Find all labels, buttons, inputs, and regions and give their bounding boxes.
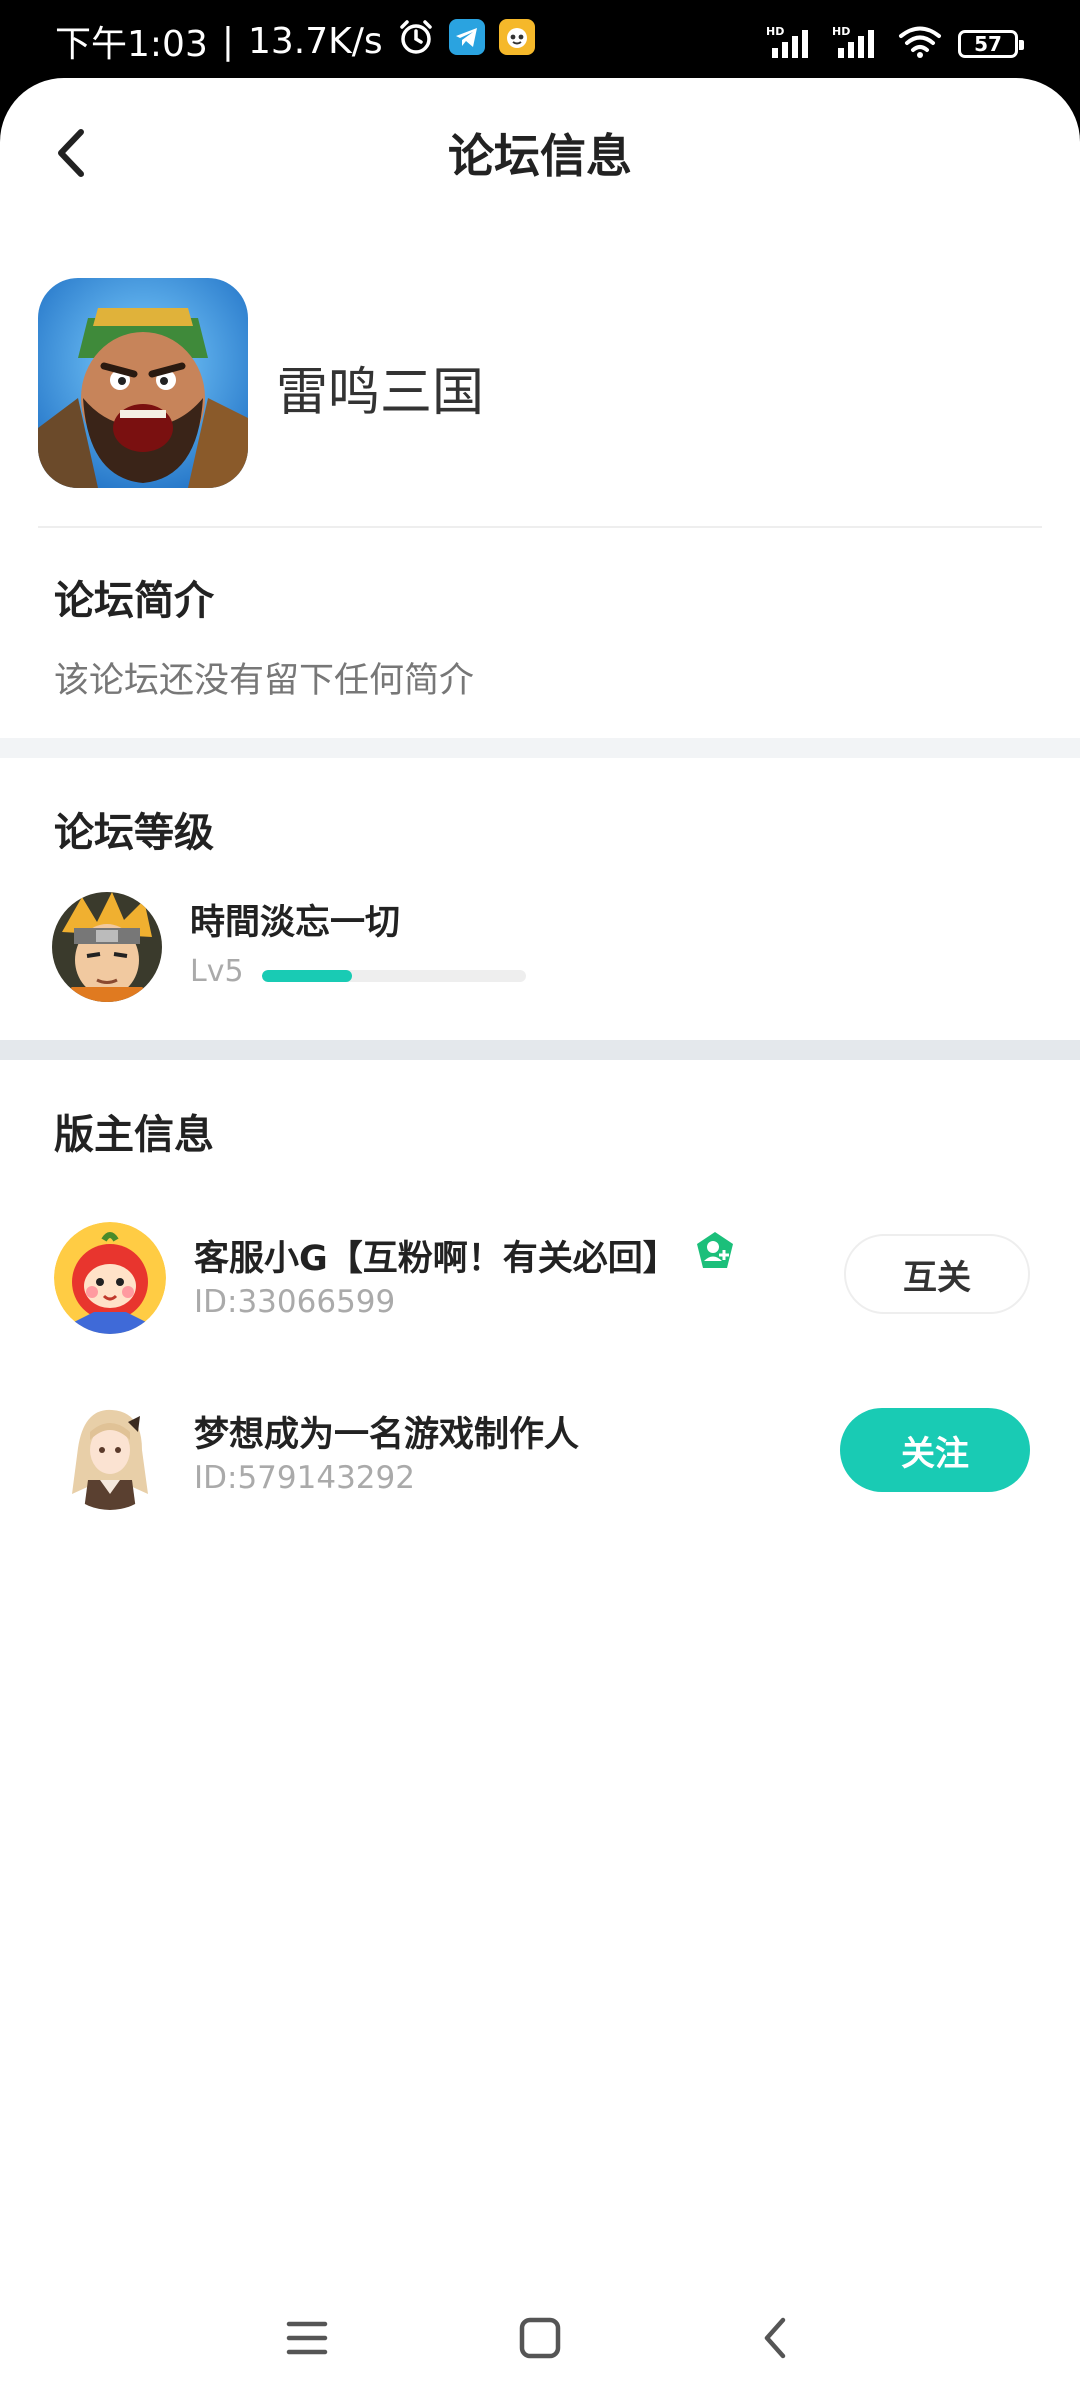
svg-text:HD: HD [832, 25, 850, 38]
moderator-id: ID:579143292 [194, 1460, 415, 1496]
status-left: 下午1:03 | 13.7K/s [55, 18, 535, 65]
moderator-row[interactable]: 梦想成为一名游戏制作人 ID:579143292 关注 [54, 1398, 1030, 1518]
battery-icon: 57 [958, 30, 1024, 58]
system-back-button[interactable] [740, 2308, 810, 2368]
level-section-title: 论坛等级 [54, 810, 214, 856]
telegram-icon [448, 18, 485, 64]
home-icon [519, 2317, 561, 2359]
signal-hd-icon: HD [766, 24, 816, 64]
avatar [54, 1222, 166, 1334]
status-bar: 下午1:03 | 13.7K/s HD HD 57 [0, 0, 1080, 80]
avatar [52, 892, 162, 1002]
intro-text: 该论坛还没有留下任何简介 [54, 661, 475, 701]
verified-badge-icon [694, 1230, 736, 1281]
status-right: HD HD 57 [766, 24, 1024, 64]
game-icon [38, 278, 248, 488]
level-progress-fill [262, 970, 352, 982]
status-separator: | [221, 20, 234, 62]
level-user-name: 時間淡忘一切 [190, 903, 401, 943]
intro-section-title: 论坛简介 [54, 578, 214, 624]
moderators-section-title: 版主信息 [54, 1112, 214, 1158]
app-notification-icon [498, 18, 535, 64]
wifi-icon [898, 25, 942, 63]
home-button[interactable] [505, 2308, 575, 2368]
follow-button[interactable]: 关注 [840, 1408, 1030, 1492]
menu-icon [286, 2321, 328, 2355]
mutual-follow-button[interactable]: 互关 [844, 1234, 1030, 1314]
moderator-name-text: 梦想成为一名游戏制作人 [194, 1415, 580, 1455]
moderator-name: 客服小G【互粉啊！有关必回】 [194, 1230, 736, 1281]
moderator-name: 梦想成为一名游戏制作人 [194, 1406, 579, 1457]
avatar [54, 1398, 166, 1510]
battery-level: 57 [974, 32, 1002, 56]
level-progress-bar [262, 970, 526, 982]
moderator-name-text: 客服小G【互粉啊！有关必回】 [194, 1239, 678, 1279]
forum-game-header: 雷鸣三国 [38, 278, 1042, 488]
signal-hd-icon: HD [832, 24, 882, 64]
moderator-id: ID:33066599 [194, 1284, 396, 1320]
level-row[interactable]: 時間淡忘一切 Lv5 [52, 892, 952, 1004]
alarm-icon [397, 18, 435, 65]
section-separator [0, 1040, 1080, 1060]
status-net-speed: 13.7K/s [247, 20, 383, 62]
svg-text:HD: HD [766, 25, 784, 38]
level-label: Lv5 [190, 954, 244, 989]
moderator-row[interactable]: 客服小G【互粉啊！有关必回】 ID:33066599 互关 [54, 1222, 1030, 1342]
back-icon [764, 2317, 786, 2359]
game-name: 雷鸣三国 [276, 363, 485, 423]
menu-button[interactable] [272, 2308, 342, 2368]
section-separator [0, 738, 1080, 758]
system-nav-bar [0, 2280, 1080, 2400]
page-title: 论坛信息 [448, 129, 632, 183]
status-time: 下午1:03 [55, 24, 208, 65]
main-sheet: 论坛信息 雷鸣三国 论坛简介 该论坛还没有留下任何简介 论坛等级 時間淡忘一切 … [0, 78, 1080, 2400]
header: 论坛信息 [0, 78, 1080, 224]
divider [38, 526, 1042, 528]
